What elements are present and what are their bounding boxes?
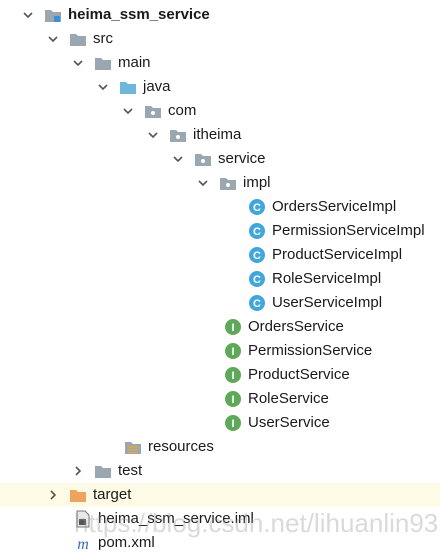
package-icon <box>169 126 187 144</box>
chevron-right-icon[interactable] <box>45 487 61 503</box>
interface-icon: I <box>224 414 242 432</box>
folder-icon <box>69 30 87 48</box>
project-name: heima_ssm_service <box>68 6 210 23</box>
interface-label: PermissionService <box>248 342 373 359</box>
tree-item-label: com <box>168 102 197 119</box>
tree-item-label: pom.xml <box>98 534 155 551</box>
module-folder-icon <box>44 6 62 24</box>
package-icon <box>194 150 212 168</box>
class-label: RoleServiceImpl <box>272 270 382 287</box>
tree-row-service[interactable]: service <box>0 147 440 171</box>
class-label: UserServiceImpl <box>272 294 383 311</box>
interface-label: UserService <box>248 414 330 431</box>
svg-text:I: I <box>231 322 234 334</box>
chevron-down-icon[interactable] <box>145 127 161 143</box>
tree-row-java[interactable]: java <box>0 75 440 99</box>
tree-item-label: java <box>143 78 171 95</box>
svg-text:C: C <box>253 274 261 286</box>
tree-item-label: heima_ssm_service.iml <box>98 510 254 527</box>
tree-row-src[interactable]: src <box>0 27 440 51</box>
svg-text:I: I <box>231 394 234 406</box>
source-folder-icon <box>119 78 137 96</box>
svg-text:I: I <box>231 346 234 358</box>
class-icon: C <box>248 246 266 264</box>
tree-row-project[interactable]: heima_ssm_service <box>0 3 440 27</box>
tree-item-label: resources <box>148 438 214 455</box>
interface-label: RoleService <box>248 390 329 407</box>
tree-row-class[interactable]: C RoleServiceImpl <box>0 267 440 291</box>
excluded-folder-icon <box>69 486 87 504</box>
svg-text:m: m <box>77 536 89 552</box>
class-label: OrdersServiceImpl <box>272 198 397 215</box>
tree-row-class[interactable]: C UserServiceImpl <box>0 291 440 315</box>
tree-item-label: main <box>118 54 151 71</box>
tree-row-itheima[interactable]: itheima <box>0 123 440 147</box>
chevron-down-icon[interactable] <box>95 79 111 95</box>
tree-item-label: test <box>118 462 143 479</box>
chevron-down-icon[interactable] <box>20 7 36 23</box>
chevron-down-icon[interactable] <box>195 175 211 191</box>
tree-row-class[interactable]: C ProductServiceImpl <box>0 243 440 267</box>
tree-item-label: target <box>93 486 132 503</box>
class-label: PermissionServiceImpl <box>272 222 425 239</box>
tree-row-main[interactable]: main <box>0 51 440 75</box>
tree-row-class[interactable]: C OrdersServiceImpl <box>0 195 440 219</box>
svg-text:I: I <box>231 418 234 430</box>
chevron-down-icon[interactable] <box>170 151 186 167</box>
interface-icon: I <box>224 318 242 336</box>
package-icon <box>219 174 237 192</box>
tree-row-interface[interactable]: I PermissionService <box>0 339 440 363</box>
interface-label: OrdersService <box>248 318 344 335</box>
tree-item-label: src <box>93 30 113 47</box>
interface-icon: I <box>224 366 242 384</box>
tree-row-resources[interactable]: resources <box>0 435 440 459</box>
class-icon: C <box>248 198 266 216</box>
package-icon <box>144 102 162 120</box>
tree-item-label: service <box>218 150 266 167</box>
class-label: ProductServiceImpl <box>272 246 403 263</box>
svg-text:C: C <box>253 250 261 262</box>
tree-row-interface[interactable]: I OrdersService <box>0 315 440 339</box>
tree-row-interface[interactable]: I UserService <box>0 411 440 435</box>
class-icon: C <box>248 270 266 288</box>
folder-icon <box>94 462 112 480</box>
tree-row-target[interactable]: target <box>0 483 440 507</box>
chevron-down-icon[interactable] <box>70 55 86 71</box>
folder-icon <box>94 54 112 72</box>
tree-row-pom-file[interactable]: m pom.xml <box>0 531 440 555</box>
class-icon: C <box>248 222 266 240</box>
resources-folder-icon <box>124 438 142 456</box>
tree-row-test[interactable]: test <box>0 459 440 483</box>
interface-icon: I <box>224 390 242 408</box>
svg-text:C: C <box>253 226 261 238</box>
maven-icon: m <box>74 534 92 552</box>
tree-row-com[interactable]: com <box>0 99 440 123</box>
chevron-down-icon[interactable] <box>120 103 136 119</box>
tree-row-interface[interactable]: I ProductService <box>0 363 440 387</box>
tree-row-iml-file[interactable]: heima_ssm_service.iml <box>0 507 440 531</box>
tree-row-class[interactable]: C PermissionServiceImpl <box>0 219 440 243</box>
class-icon: C <box>248 294 266 312</box>
svg-text:I: I <box>231 370 234 382</box>
interface-icon: I <box>224 342 242 360</box>
interface-label: ProductService <box>248 366 350 383</box>
tree-row-impl[interactable]: impl <box>0 171 440 195</box>
iml-file-icon <box>74 510 92 528</box>
tree-item-label: itheima <box>193 126 242 143</box>
tree-row-interface[interactable]: I RoleService <box>0 387 440 411</box>
svg-text:C: C <box>253 202 261 214</box>
chevron-down-icon[interactable] <box>45 31 61 47</box>
tree-item-label: impl <box>243 174 271 191</box>
chevron-right-icon[interactable] <box>70 463 86 479</box>
svg-text:C: C <box>253 298 261 310</box>
